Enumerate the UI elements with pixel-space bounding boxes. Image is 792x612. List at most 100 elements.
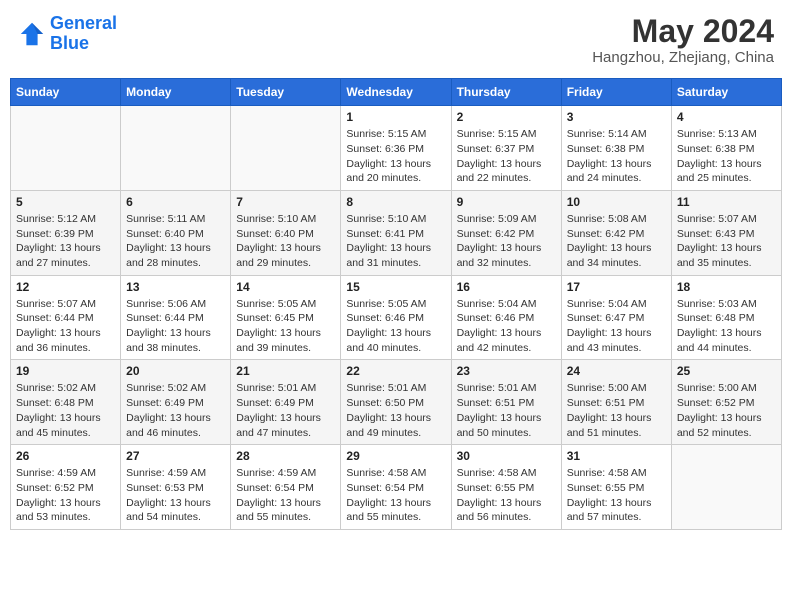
day-number: 22 xyxy=(346,364,445,378)
calendar-week-3: 12 Sunrise: 5:07 AM Sunset: 6:44 PM Dayli… xyxy=(11,275,782,360)
page-header: General Blue May 2024 Hangzhou, Zhejiang… xyxy=(10,10,782,70)
calendar-cell: 27 Sunrise: 4:59 AM Sunset: 6:53 PM Dayli… xyxy=(121,445,231,530)
weekday-header-saturday: Saturday xyxy=(671,79,781,106)
day-info: Sunrise: 5:14 AM Sunset: 6:38 PM Dayligh… xyxy=(567,127,666,186)
day-info: Sunrise: 4:59 AM Sunset: 6:53 PM Dayligh… xyxy=(126,466,225,525)
calendar-cell: 19 Sunrise: 5:02 AM Sunset: 6:48 PM Dayli… xyxy=(11,360,121,445)
day-number: 30 xyxy=(457,449,556,463)
day-number: 14 xyxy=(236,280,335,294)
calendar-cell: 1 Sunrise: 5:15 AM Sunset: 6:36 PM Daylig… xyxy=(341,106,451,191)
day-number: 1 xyxy=(346,110,445,124)
weekday-header-thursday: Thursday xyxy=(451,79,561,106)
weekday-header-friday: Friday xyxy=(561,79,671,106)
day-number: 13 xyxy=(126,280,225,294)
day-number: 12 xyxy=(16,280,115,294)
day-info: Sunrise: 5:09 AM Sunset: 6:42 PM Dayligh… xyxy=(457,212,556,271)
day-number: 8 xyxy=(346,195,445,209)
calendar-cell: 4 Sunrise: 5:13 AM Sunset: 6:38 PM Daylig… xyxy=(671,106,781,191)
calendar-cell: 28 Sunrise: 4:59 AM Sunset: 6:54 PM Dayli… xyxy=(231,445,341,530)
day-info: Sunrise: 5:05 AM Sunset: 6:46 PM Dayligh… xyxy=(346,297,445,356)
day-info: Sunrise: 5:01 AM Sunset: 6:50 PM Dayligh… xyxy=(346,381,445,440)
calendar-cell: 21Sunrise: 5:01 AM Sunset: 6:49 PM Dayli… xyxy=(231,360,341,445)
calendar-cell: 29 Sunrise: 4:58 AM Sunset: 6:54 PM Dayli… xyxy=(341,445,451,530)
day-info: Sunrise: 5:02 AM Sunset: 6:48 PM Dayligh… xyxy=(16,381,115,440)
calendar-cell: 17 Sunrise: 5:04 AM Sunset: 6:47 PM Dayli… xyxy=(561,275,671,360)
day-info: Sunrise: 5:15 AM Sunset: 6:37 PM Dayligh… xyxy=(457,127,556,186)
day-info: Sunrise: 5:10 AM Sunset: 6:41 PM Dayligh… xyxy=(346,212,445,271)
weekday-header-monday: Monday xyxy=(121,79,231,106)
calendar-cell: 7 Sunrise: 5:10 AM Sunset: 6:40 PM Daylig… xyxy=(231,190,341,275)
day-info: Sunrise: 5:10 AM Sunset: 6:40 PM Dayligh… xyxy=(236,212,335,271)
calendar-cell: 30 Sunrise: 4:58 AM Sunset: 6:55 PM Dayli… xyxy=(451,445,561,530)
calendar-cell: 3 Sunrise: 5:14 AM Sunset: 6:38 PM Daylig… xyxy=(561,106,671,191)
day-info: Sunrise: 5:04 AM Sunset: 6:46 PM Dayligh… xyxy=(457,297,556,356)
day-info: Sunrise: 5:04 AM Sunset: 6:47 PM Dayligh… xyxy=(567,297,666,356)
weekday-header-tuesday: Tuesday xyxy=(231,79,341,106)
calendar-week-2: 5 Sunrise: 5:12 AM Sunset: 6:39 PM Daylig… xyxy=(11,190,782,275)
calendar-cell: 11 Sunrise: 5:07 AM Sunset: 6:43 PM Dayli… xyxy=(671,190,781,275)
day-number: 19 xyxy=(16,364,115,378)
day-info: Sunrise: 5:00 AM Sunset: 6:52 PM Dayligh… xyxy=(677,381,776,440)
day-info: Sunrise: 4:58 AM Sunset: 6:55 PM Dayligh… xyxy=(457,466,556,525)
day-number: 18 xyxy=(677,280,776,294)
day-info: Sunrise: 5:07 AM Sunset: 6:44 PM Dayligh… xyxy=(16,297,115,356)
day-info: Sunrise: 5:05 AM Sunset: 6:45 PM Dayligh… xyxy=(236,297,335,356)
day-number: 11 xyxy=(677,195,776,209)
calendar-body: 1 Sunrise: 5:15 AM Sunset: 6:36 PM Daylig… xyxy=(11,106,782,530)
day-number: 15 xyxy=(346,280,445,294)
day-info: Sunrise: 5:01 AM Sunset: 6:51 PM Dayligh… xyxy=(457,381,556,440)
calendar-cell: 14 Sunrise: 5:05 AM Sunset: 6:45 PM Dayli… xyxy=(231,275,341,360)
day-number: 29 xyxy=(346,449,445,463)
calendar-week-5: 26Sunrise: 4:59 AM Sunset: 6:52 PM Dayli… xyxy=(11,445,782,530)
day-number: 26 xyxy=(16,449,115,463)
day-number: 4 xyxy=(677,110,776,124)
day-number: 5 xyxy=(16,195,115,209)
day-number: 2 xyxy=(457,110,556,124)
day-number: 24 xyxy=(567,364,666,378)
day-number: 9 xyxy=(457,195,556,209)
day-info: Sunrise: 5:12 AM Sunset: 6:39 PM Dayligh… xyxy=(16,212,115,271)
weekday-header-row: SundayMondayTuesdayWednesdayThursdayFrid… xyxy=(11,79,782,106)
calendar-header: SundayMondayTuesdayWednesdayThursdayFrid… xyxy=(11,79,782,106)
calendar-cell: 31Sunrise: 4:58 AM Sunset: 6:55 PM Dayli… xyxy=(561,445,671,530)
day-number: 3 xyxy=(567,110,666,124)
day-info: Sunrise: 5:03 AM Sunset: 6:48 PM Dayligh… xyxy=(677,297,776,356)
weekday-header-sunday: Sunday xyxy=(11,79,121,106)
calendar-cell: 15 Sunrise: 5:05 AM Sunset: 6:46 PM Dayli… xyxy=(341,275,451,360)
day-number: 27 xyxy=(126,449,225,463)
logo: General Blue xyxy=(18,14,117,54)
day-number: 21 xyxy=(236,364,335,378)
day-info: Sunrise: 5:07 AM Sunset: 6:43 PM Dayligh… xyxy=(677,212,776,271)
title-block: May 2024 Hangzhou, Zhejiang, China xyxy=(592,14,774,66)
day-number: 23 xyxy=(457,364,556,378)
calendar-cell: 16Sunrise: 5:04 AM Sunset: 6:46 PM Dayli… xyxy=(451,275,561,360)
day-number: 20 xyxy=(126,364,225,378)
calendar-cell: 23 Sunrise: 5:01 AM Sunset: 6:51 PM Dayli… xyxy=(451,360,561,445)
day-info: Sunrise: 4:59 AM Sunset: 6:54 PM Dayligh… xyxy=(236,466,335,525)
day-number: 7 xyxy=(236,195,335,209)
calendar-table: SundayMondayTuesdayWednesdayThursdayFrid… xyxy=(10,78,782,530)
day-info: Sunrise: 5:00 AM Sunset: 6:51 PM Dayligh… xyxy=(567,381,666,440)
calendar-cell: 2 Sunrise: 5:15 AM Sunset: 6:37 PM Daylig… xyxy=(451,106,561,191)
day-info: Sunrise: 5:11 AM Sunset: 6:40 PM Dayligh… xyxy=(126,212,225,271)
calendar-cell xyxy=(11,106,121,191)
day-info: Sunrise: 5:02 AM Sunset: 6:49 PM Dayligh… xyxy=(126,381,225,440)
day-number: 31 xyxy=(567,449,666,463)
calendar-cell: 20 Sunrise: 5:02 AM Sunset: 6:49 PM Dayli… xyxy=(121,360,231,445)
calendar-cell: 25Sunrise: 5:00 AM Sunset: 6:52 PM Dayli… xyxy=(671,360,781,445)
day-number: 28 xyxy=(236,449,335,463)
day-info: Sunrise: 5:06 AM Sunset: 6:44 PM Dayligh… xyxy=(126,297,225,356)
day-number: 6 xyxy=(126,195,225,209)
day-info: Sunrise: 5:15 AM Sunset: 6:36 PM Dayligh… xyxy=(346,127,445,186)
weekday-header-wednesday: Wednesday xyxy=(341,79,451,106)
calendar-cell: 12 Sunrise: 5:07 AM Sunset: 6:44 PM Dayli… xyxy=(11,275,121,360)
logo-icon xyxy=(18,20,46,48)
calendar-cell: 18 Sunrise: 5:03 AM Sunset: 6:48 PM Dayli… xyxy=(671,275,781,360)
day-number: 17 xyxy=(567,280,666,294)
day-info: Sunrise: 5:13 AM Sunset: 6:38 PM Dayligh… xyxy=(677,127,776,186)
calendar-cell: 26Sunrise: 4:59 AM Sunset: 6:52 PM Dayli… xyxy=(11,445,121,530)
calendar-cell: 22 Sunrise: 5:01 AM Sunset: 6:50 PM Dayli… xyxy=(341,360,451,445)
day-info: Sunrise: 4:58 AM Sunset: 6:54 PM Dayligh… xyxy=(346,466,445,525)
calendar-cell xyxy=(671,445,781,530)
calendar-cell: 24 Sunrise: 5:00 AM Sunset: 6:51 PM Dayli… xyxy=(561,360,671,445)
